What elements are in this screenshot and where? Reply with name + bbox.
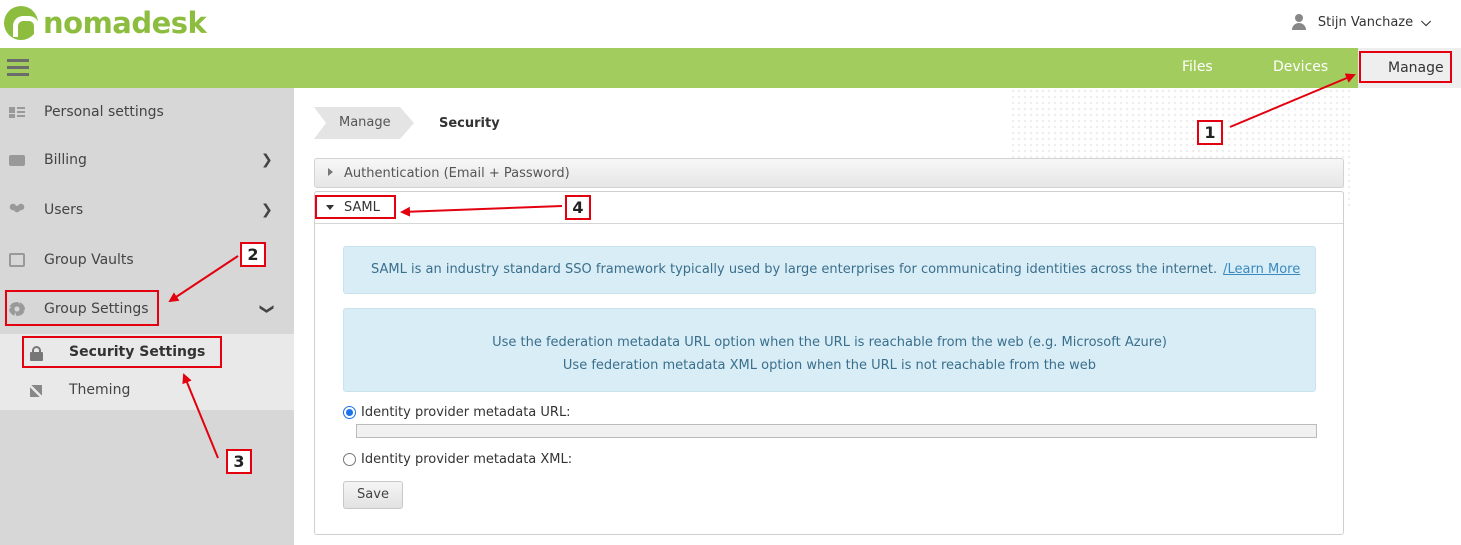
accordion-auth-label: Authentication (Email + Password) bbox=[344, 166, 570, 181]
chevron-down-icon: ❯ bbox=[258, 303, 275, 315]
sidebar-subitem-label: Theming bbox=[69, 382, 131, 398]
hint-line-1: Use the federation metadata URL option w… bbox=[492, 335, 1167, 350]
metadata-xml-radio[interactable] bbox=[343, 453, 356, 466]
metadata-url-label: Identity provider metadata URL: bbox=[361, 405, 571, 420]
hint-line-2: Use federation metadata XML option when … bbox=[562, 358, 1097, 373]
accordion-authentication[interactable]: Authentication (Email + Password) bbox=[314, 158, 1344, 188]
metadata-xml-label: Identity provider metadata XML: bbox=[361, 452, 573, 467]
annotation-label-3: 3 bbox=[226, 449, 252, 474]
hamburger-menu-icon[interactable] bbox=[7, 59, 29, 77]
sidebar-item-theming[interactable]: Theming bbox=[0, 372, 294, 410]
metadata-url-radio[interactable] bbox=[343, 406, 356, 419]
nav-devices[interactable]: Devices bbox=[1273, 59, 1328, 75]
sidebar-item-label: Group Vaults bbox=[44, 252, 134, 268]
learn-more-link[interactable]: /Learn More bbox=[1223, 262, 1300, 277]
caret-right-icon bbox=[328, 168, 333, 176]
option-metadata-xml[interactable]: Identity provider metadata XML: bbox=[343, 452, 572, 467]
metadata-url-input[interactable] bbox=[356, 424, 1317, 438]
sidebar-item-label: Users bbox=[44, 202, 84, 218]
main-navbar: Files Devices Manage bbox=[0, 48, 1461, 88]
brush-icon bbox=[30, 385, 42, 397]
top-header: nomadesk Stijn Vanchaze ⌵ bbox=[0, 0, 1461, 48]
chevron-right-icon: ❯ bbox=[261, 152, 273, 168]
breadcrumb-manage[interactable]: Manage bbox=[314, 107, 414, 139]
brand-name: nomadesk bbox=[43, 6, 207, 40]
sidebar-item-billing[interactable]: Billing ❯ bbox=[0, 136, 294, 184]
option-metadata-url[interactable]: Identity provider metadata URL: bbox=[343, 405, 571, 420]
annotation-box-saml bbox=[315, 195, 396, 219]
annotation-box-manage bbox=[1359, 51, 1452, 83]
saml-hint-box: Use the federation metadata URL option w… bbox=[343, 308, 1316, 392]
breadcrumb-current: Security bbox=[439, 115, 500, 131]
annotation-label-1: 1 bbox=[1197, 120, 1223, 145]
accordion-saml-header[interactable]: SAML bbox=[315, 192, 1343, 224]
save-button[interactable]: Save bbox=[343, 481, 403, 509]
annotation-box-security-settings bbox=[22, 336, 222, 368]
breadcrumb: Manage Security bbox=[314, 107, 500, 139]
nomadesk-logo[interactable]: nomadesk bbox=[4, 6, 207, 40]
person-card-icon bbox=[9, 105, 25, 119]
users-icon bbox=[9, 203, 25, 217]
user-icon bbox=[1291, 14, 1306, 30]
annotation-label-2: 2 bbox=[240, 242, 266, 267]
annotation-label-4: 4 bbox=[565, 195, 591, 220]
sidebar-item-users[interactable]: Users ❯ bbox=[0, 186, 294, 234]
user-menu[interactable]: Stijn Vanchaze ⌵ bbox=[1291, 14, 1431, 30]
chevron-right-icon: ❯ bbox=[261, 202, 273, 218]
vault-icon bbox=[9, 253, 25, 267]
accordion-saml: SAML SAML is an industry standard SSO fr… bbox=[314, 191, 1344, 535]
credit-card-icon bbox=[9, 154, 25, 166]
logo-icon bbox=[4, 6, 39, 40]
nav-files[interactable]: Files bbox=[1182, 59, 1213, 75]
sidebar-item-label: Billing bbox=[44, 152, 87, 168]
world-map-background bbox=[1010, 88, 1350, 208]
chevron-down-icon: ⌵ bbox=[1421, 14, 1431, 30]
annotation-box-group-settings bbox=[5, 290, 159, 326]
user-name: Stijn Vanchaze bbox=[1317, 14, 1414, 30]
sidebar-item-label: Personal settings bbox=[44, 104, 164, 120]
saml-info-text: SAML is an industry standard SSO framewo… bbox=[371, 262, 1218, 277]
saml-info-box: SAML is an industry standard SSO framewo… bbox=[343, 246, 1316, 294]
sidebar-item-personal-settings[interactable]: Personal settings bbox=[0, 88, 294, 136]
